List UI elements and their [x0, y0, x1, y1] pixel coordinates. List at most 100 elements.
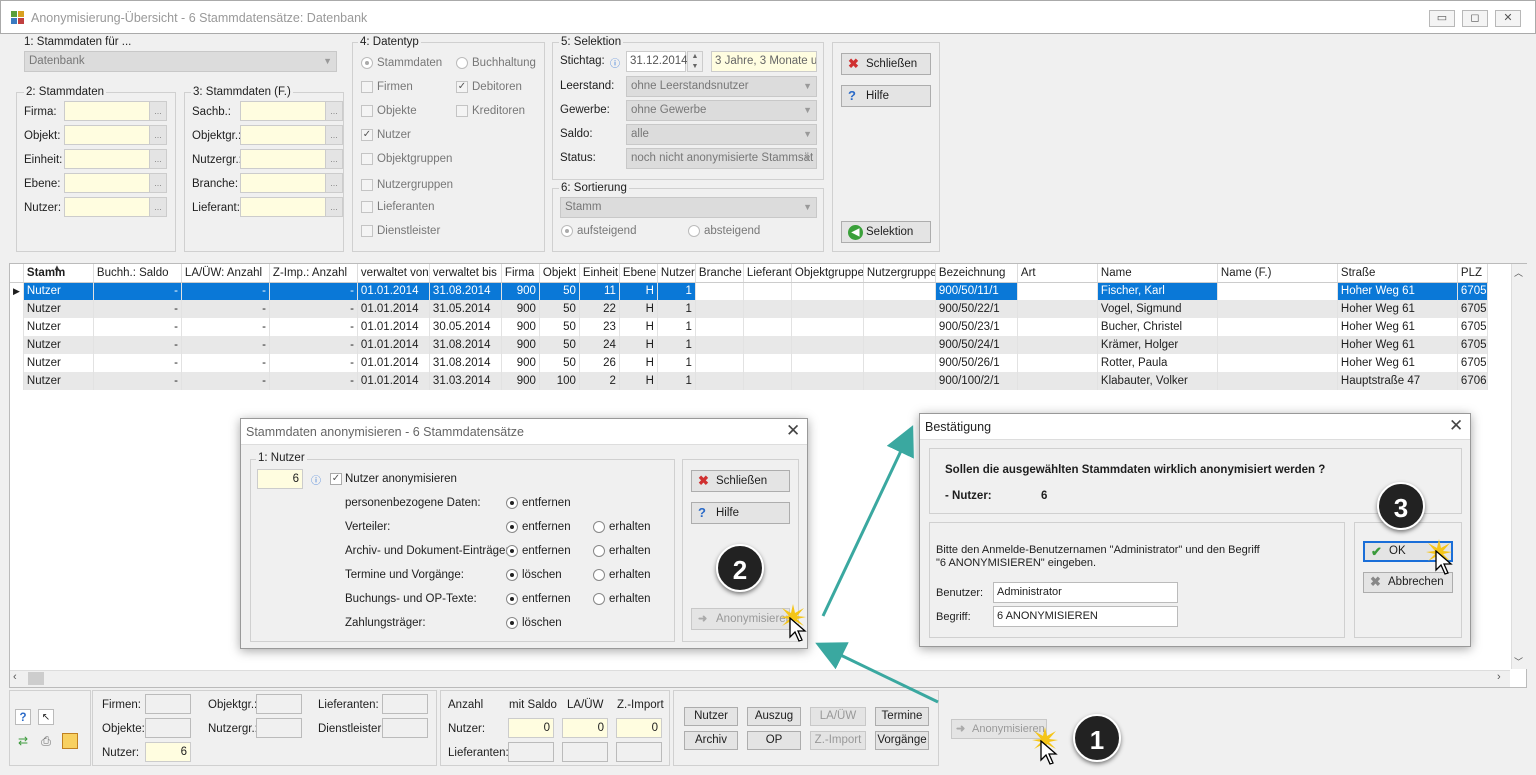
dialog-close-icon[interactable]: ✕ — [786, 421, 800, 441]
datentyp-checkbox[interactable] — [361, 153, 373, 165]
ellipsis-button[interactable]: ... — [149, 101, 167, 121]
column-header[interactable]: Bezeichnung — [935, 264, 1018, 283]
ellipsis-button[interactable]: ... — [149, 149, 167, 169]
option-radio-1[interactable] — [506, 593, 518, 605]
stammdaten-f-field-input[interactable] — [240, 125, 326, 145]
stammdaten-f-field-input[interactable] — [240, 149, 326, 169]
horizontal-scrollbar[interactable] — [10, 670, 1510, 687]
column-header[interactable]: Firma — [501, 264, 540, 283]
dialog1-close-button[interactable]: ✖ Schließen — [691, 470, 790, 492]
refresh-icon[interactable]: ⇄ — [15, 733, 31, 749]
ellipsis-button[interactable]: ... — [149, 173, 167, 193]
option-radio-1[interactable] — [506, 545, 518, 557]
dialog1-anonymize-button[interactable]: ➜ Anonymisieren — [691, 608, 792, 630]
column-header[interactable]: Objekt — [539, 264, 580, 283]
scroll-right-icon[interactable]: › — [1497, 671, 1501, 683]
selektion-combo[interactable]: alle ▼ — [626, 124, 817, 145]
column-header[interactable]: Name — [1097, 264, 1218, 283]
export-icon[interactable] — [62, 733, 78, 749]
aufsteigend-radio[interactable] — [561, 225, 573, 237]
date-spinner[interactable]: ▲ ▼ — [687, 51, 703, 72]
table-row[interactable]: ▶ Nutzer - - -01.01.2014 31.08.2014 900 50 11 H 1 9… — [10, 282, 1488, 300]
close-button[interactable]: ✖ Schließen — [841, 53, 931, 75]
column-header[interactable]: Nutzer — [657, 264, 696, 283]
anonymize-nutzer-checkbox[interactable]: ✓ — [330, 473, 342, 485]
stammdaten-field-input[interactable] — [64, 197, 150, 217]
column-header[interactable]: Lieferant — [743, 264, 792, 283]
stammdaten-f-field-input[interactable] — [240, 197, 326, 217]
stichtag-input[interactable]: 31.12.2014 — [626, 51, 688, 72]
stammdaten-f-field-input[interactable] — [240, 173, 326, 193]
column-header[interactable]: Ebene — [619, 264, 658, 283]
scroll-left-icon[interactable]: ‹ — [13, 671, 17, 683]
column-header[interactable]: Name (F.) — [1217, 264, 1338, 283]
option-radio-2[interactable] — [593, 593, 605, 605]
ellipsis-button[interactable]: ... — [325, 173, 343, 193]
stammdaten-field-input[interactable] — [64, 149, 150, 169]
column-header[interactable]: Buchh.: Saldo — [93, 264, 182, 283]
option-radio-2[interactable] — [593, 569, 605, 581]
ellipsis-button[interactable]: ... — [325, 101, 343, 121]
footer-vorgaenge-button[interactable]: Vorgänge — [875, 731, 929, 750]
buchhaltung-radio[interactable] — [456, 57, 468, 69]
dialog1-help-button[interactable]: ? Hilfe — [691, 502, 790, 524]
selektion-combo[interactable]: ohne Leerstandsnutzer ▼ — [626, 76, 817, 97]
datentyp-checkbox[interactable]: ✓ — [361, 129, 373, 141]
footer-termine-button[interactable]: Termine — [875, 707, 929, 726]
stammdaten-field-input[interactable] — [64, 101, 150, 121]
selektion-combo[interactable]: ohne Gewerbe ▼ — [626, 100, 817, 121]
help-icon[interactable]: ? — [15, 709, 31, 725]
ellipsis-button[interactable]: ... — [149, 125, 167, 145]
user-input[interactable]: Administrator — [993, 582, 1178, 603]
selection-button[interactable]: ◀ Selektion — [841, 221, 931, 243]
column-header[interactable]: verwaltet von — [357, 264, 430, 283]
footer-archiv-button[interactable]: Archiv — [684, 731, 738, 750]
selektion-combo[interactable]: noch nicht anonymisierte Stammsät ▼ — [626, 148, 817, 169]
option-radio-1[interactable] — [506, 617, 518, 629]
stammdaten-field-input[interactable] — [64, 173, 150, 193]
ellipsis-button[interactable]: ... — [325, 149, 343, 169]
absteigend-radio[interactable] — [688, 225, 700, 237]
option-radio-2[interactable] — [593, 521, 605, 533]
column-header[interactable]: Einheit — [579, 264, 620, 283]
option-radio-1[interactable] — [506, 497, 518, 509]
column-header[interactable]: verwaltet bis — [429, 264, 502, 283]
footer-op-button[interactable]: OP — [747, 731, 801, 750]
datentyp-checkbox[interactable] — [361, 179, 373, 191]
term-input[interactable]: 6 ANONYMISIEREN — [993, 606, 1178, 627]
datentyp-checkbox[interactable] — [361, 225, 373, 237]
datentyp-checkbox[interactable] — [456, 105, 468, 117]
footer-auszug-button[interactable]: Auszug — [747, 707, 801, 726]
ellipsis-button[interactable]: ... — [325, 197, 343, 217]
column-header[interactable]: Branche — [695, 264, 744, 283]
dialog-close-icon[interactable]: ✕ — [1449, 416, 1463, 436]
datentyp-checkbox[interactable]: ✓ — [456, 81, 468, 93]
footer-nutzer-button[interactable]: Nutzer — [684, 707, 738, 726]
column-header[interactable]: Objektgruppe — [791, 264, 864, 283]
column-header[interactable]: Nutzergruppe — [863, 264, 936, 283]
scroll-up-icon[interactable]: ︿ — [1514, 266, 1523, 279]
option-radio-2[interactable] — [593, 545, 605, 557]
table-row[interactable]: Nutzer - - -01.01.2014 31.05.2014 900 50 22 H 1 90… — [10, 300, 1488, 318]
datentyp-checkbox[interactable] — [361, 201, 373, 213]
footer-laue-button[interactable]: LA/ÜW — [810, 707, 866, 726]
sortierung-combo[interactable]: Stamm ▼ — [560, 197, 817, 218]
ellipsis-button[interactable]: ... — [325, 125, 343, 145]
column-header[interactable]: Art — [1017, 264, 1098, 283]
footer-zimport-button[interactable]: Z.-Import — [810, 731, 866, 750]
ellipsis-button[interactable]: ... — [149, 197, 167, 217]
option-radio-1[interactable] — [506, 569, 518, 581]
column-header[interactable]: LA/ÜW: Anzahl — [181, 264, 270, 283]
datentyp-checkbox[interactable] — [361, 105, 373, 117]
column-header[interactable]: Straße — [1337, 264, 1458, 283]
print-icon[interactable]: ⎙ — [38, 733, 54, 749]
pointer-icon[interactable]: ↖ — [38, 709, 54, 725]
column-header[interactable]: PLZ — [1457, 264, 1488, 283]
stammdaten-radio[interactable] — [361, 57, 373, 69]
help-button[interactable]: ? Hilfe — [841, 85, 931, 107]
table-row[interactable]: Nutzer - - -01.01.2014 31.08.2014 900 50 24 H 1 90… — [10, 336, 1488, 354]
vertical-scrollbar[interactable] — [1511, 264, 1527, 669]
stammdaten-field-input[interactable] — [64, 125, 150, 145]
table-row[interactable]: Nutzer - - -01.01.2014 30.05.2014 900 50 23 H 1 90… — [10, 318, 1488, 336]
column-header[interactable]: Z-Imp.: Anzahl — [269, 264, 358, 283]
